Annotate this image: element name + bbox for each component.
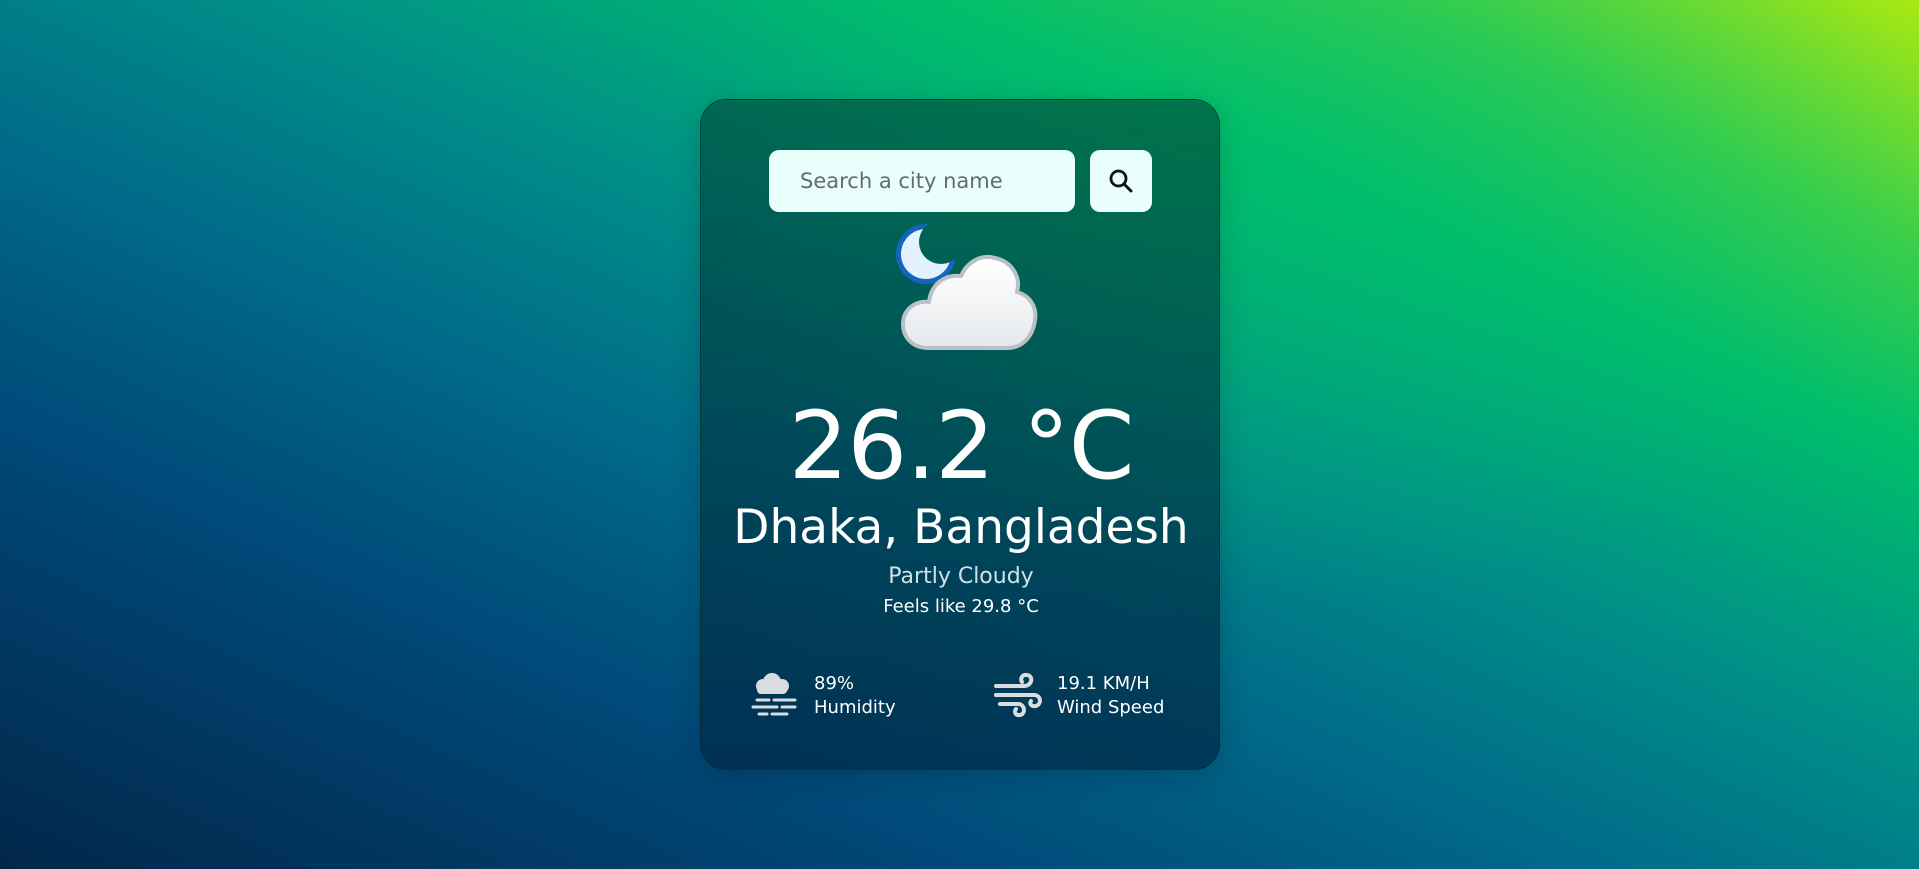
wind-icon <box>994 672 1042 718</box>
wind-value: 19.1 KM/H <box>1057 673 1150 694</box>
temperature: 26.2 °C <box>788 392 1135 501</box>
search-button[interactable] <box>1090 150 1152 212</box>
weather-condition: Partly Cloudy <box>888 564 1034 589</box>
feels-like: Feels like 29.8 °C <box>883 596 1039 617</box>
search-icon <box>1109 169 1133 193</box>
humidity-stat: 89% Humidity <box>751 670 951 722</box>
humidity-icon <box>751 673 797 716</box>
humidity-value: 89% <box>814 673 855 694</box>
search-input[interactable] <box>769 150 1075 212</box>
weather-card: 26.2 °C Dhaka, Bangladesh Partly Cloudy … <box>700 99 1220 770</box>
moon-cloud-icon <box>896 224 1038 350</box>
humidity-label: Humidity <box>814 697 896 718</box>
wind-label: Wind Speed <box>1057 697 1165 718</box>
city-name: Dhaka, Bangladesh <box>733 500 1189 555</box>
wind-stat: 19.1 KM/H Wind Speed <box>994 670 1194 722</box>
